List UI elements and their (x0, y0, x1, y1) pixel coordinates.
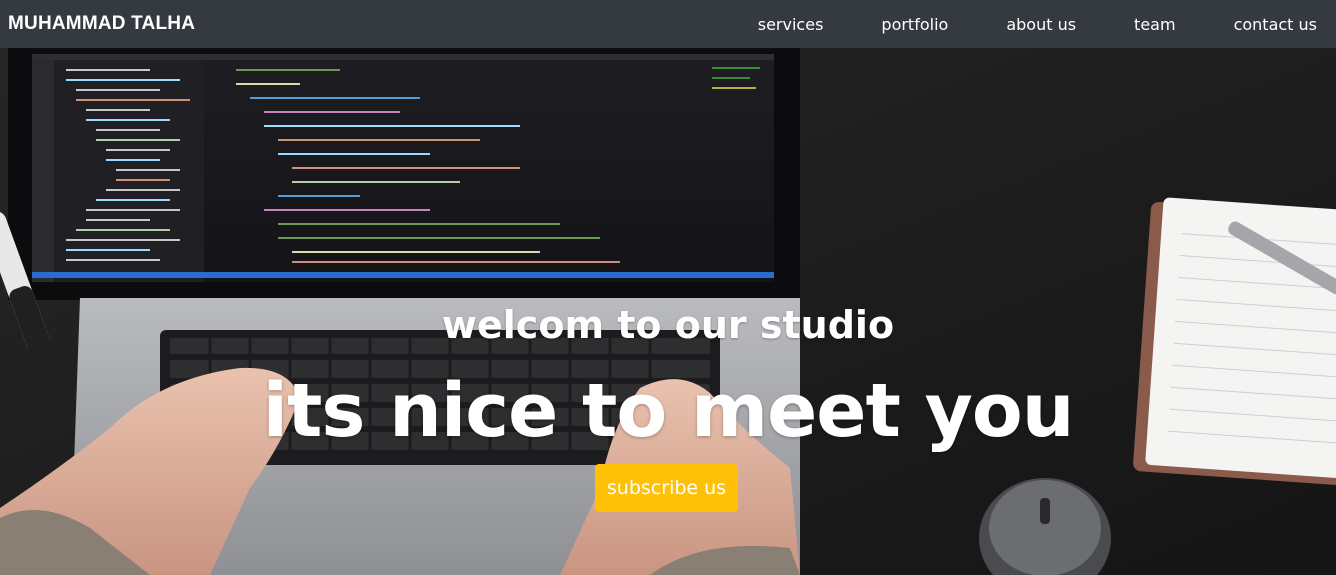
hero-section: welcom to our studio its nice to meet yo… (0, 48, 1336, 575)
nav-link-contact-us[interactable]: contact us (1176, 15, 1328, 34)
hero-heading: its nice to meet you (262, 368, 1075, 454)
nav-link-team[interactable]: team (1076, 15, 1176, 34)
hero-subheading: welcom to our studio (441, 303, 895, 347)
nav-links: services portfolio about us team contact… (758, 0, 1328, 48)
nav-link-portfolio[interactable]: portfolio (823, 15, 948, 34)
nav-link-about-us[interactable]: about us (948, 15, 1076, 34)
navbar: MUHAMMAD TALHA services portfolio about … (0, 0, 1336, 48)
hero-text: welcom to our studio its nice to meet yo… (0, 48, 1336, 575)
subscribe-button[interactable]: subscribe us (595, 464, 738, 512)
brand-logo[interactable]: MUHAMMAD TALHA (8, 13, 195, 35)
nav-link-services[interactable]: services (758, 15, 824, 34)
